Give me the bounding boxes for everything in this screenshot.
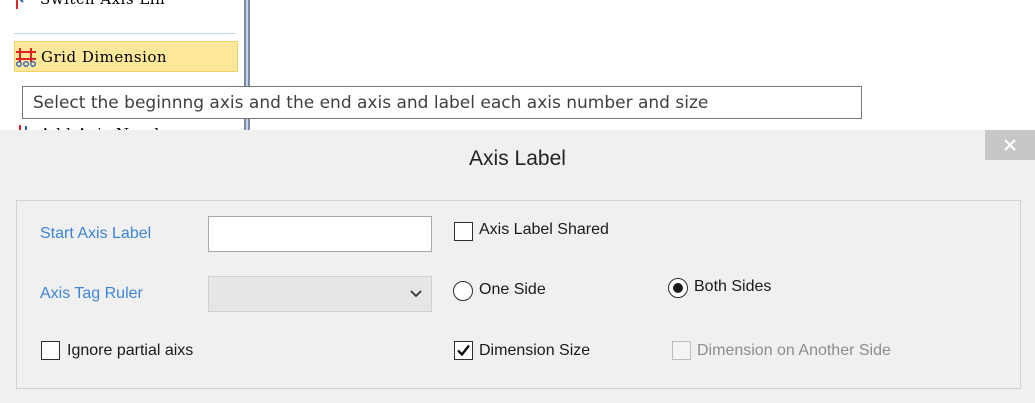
dimension-size-label: Dimension Size [479,342,591,359]
menu-separator [14,33,236,34]
axis-tag-ruler-select[interactable] [208,276,432,312]
one-side-radio[interactable] [453,281,473,301]
start-axis-label-caption: Start Axis Label [40,225,152,242]
menu-item-switch-axis-line[interactable]: Switch Axis Lin [14,0,165,14]
close-button[interactable] [985,130,1035,160]
ignore-partial-axis-checkbox[interactable] [41,341,60,360]
dimension-another-side-checkbox[interactable] [672,341,691,360]
ignore-partial-axis-label: Ignore partial aixs [67,342,194,359]
axis-tag-ruler-caption: Axis Tag Ruler [40,285,143,302]
tooltip-text: Select the beginnng axis and the end axi… [33,92,709,113]
radio-selected-dot [673,283,683,293]
menu-item-label: Switch Axis Lin [40,0,165,8]
both-sides-label: Both Sides [694,278,772,295]
menu-item-grid-dimension[interactable]: Grid Dimension [14,41,238,72]
start-axis-label-input[interactable] [208,216,432,252]
axis-label-dialog: Axis Label Start Axis Label Axis Label S… [0,130,1035,403]
menu-item-label: Grid Dimension [41,47,168,66]
one-side-label: One Side [479,281,546,298]
ribbon-menu-panel: Switch Axis Lin Grid Dimension Add Ax [0,0,246,144]
menu-scrollbar-highlight [246,0,248,140]
grid-dimension-icon [15,47,37,67]
axis-label-shared-label: Axis Label Shared [479,221,609,238]
switch-axis-icon [14,0,36,9]
tooltip: Select the beginnng axis and the end axi… [22,86,862,119]
both-sides-radio[interactable] [668,278,688,298]
dimension-another-side-label: Dimension on Another Side [697,342,891,359]
dimension-size-checkbox[interactable] [454,341,473,360]
chevron-down-icon [410,290,422,298]
dialog-titlebar[interactable]: Axis Label [0,130,1035,190]
axis-label-shared-checkbox[interactable] [454,222,473,241]
close-icon [1004,139,1016,151]
checkmark-icon [457,344,470,357]
dialog-title: Axis Label [469,147,566,170]
